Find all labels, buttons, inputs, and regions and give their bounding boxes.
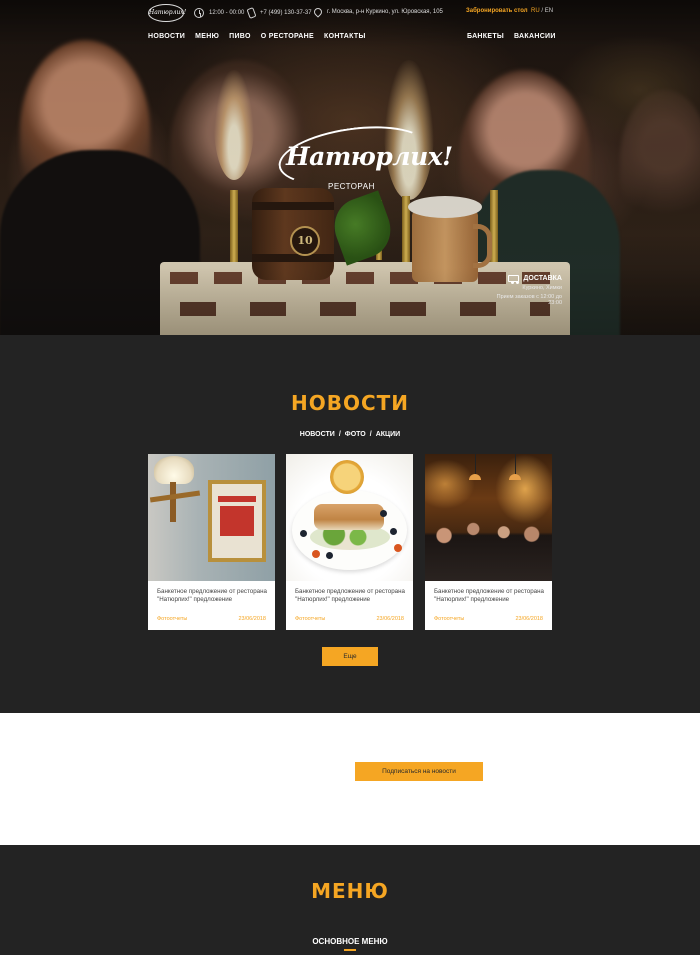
main-nav: НОВОСТИ МЕНЮ ПИВО О РЕСТОРАНЕ КОНТАКТЫ [148, 33, 366, 40]
lang-separator: / [541, 8, 544, 14]
filter-promos[interactable]: АКЦИИ [376, 431, 401, 438]
delivery-area: Куркино, Химки [522, 285, 562, 291]
filter-news[interactable]: НОВОСТИ [300, 431, 335, 438]
tomato-dot [394, 544, 402, 552]
pendant-cord [475, 454, 476, 476]
olive-dot [326, 552, 333, 559]
subscribe-section: Подписаться на новости [0, 713, 700, 845]
olive-dot [300, 530, 307, 537]
nav-item-banquets[interactable]: БАНКЕТЫ [467, 33, 504, 40]
news-card-title[interactable]: Банкетное предложение от ресторана "Натю… [157, 588, 269, 604]
news-card-image[interactable] [148, 454, 275, 581]
filter-separator: / [369, 431, 372, 438]
olive-dot [380, 510, 387, 517]
filter-separator: / [338, 431, 341, 438]
lamp-shape [154, 456, 194, 484]
nav-item-vacancies[interactable]: ВАКАНСИИ [514, 33, 556, 40]
top-bar: Натюрлих! 12:00 - 00:00 +7 (499) 130-37-… [0, 0, 700, 26]
book-table-link[interactable]: Забронировать стол [466, 8, 528, 14]
crowd-shape [425, 516, 552, 581]
delivery-title-row: ДОСТАВКА [482, 275, 562, 284]
address-text: г. Москва, р-н Куркино, ул. Юровская, 10… [327, 9, 443, 15]
more-news-button[interactable]: Еще [322, 647, 378, 666]
news-card-category[interactable]: Фотоотчеты [295, 616, 325, 622]
location-pin-icon [312, 6, 324, 18]
news-filters: НОВОСТИ / ФОТО / АКЦИИ [0, 431, 700, 438]
secondary-nav: БАНКЕТЫ ВАКАНСИИ [467, 33, 556, 40]
delivery-info[interactable]: ДОСТАВКА Куркино, Химки Прием заказов с … [482, 272, 562, 306]
truck-icon [508, 275, 520, 284]
lamp-arm [170, 482, 176, 522]
logo-subtitle: РЕСТОРАН [328, 182, 375, 191]
framed-sign [208, 480, 266, 562]
news-card-date: 23/06/2018 [376, 616, 404, 622]
address-info: г. Москва, р-н Куркино, ул. Юровская, 10… [312, 6, 443, 18]
menu-title: МЕНЮ [311, 879, 389, 903]
phone-text[interactable]: +7 (499) 130-37-37 [260, 10, 312, 16]
delivery-title[interactable]: ДОСТАВКА [523, 275, 562, 282]
nav-item-news[interactable]: НОВОСТИ [148, 33, 185, 40]
nav-item-about[interactable]: О РЕСТОРАНЕ [261, 33, 314, 40]
subscribe-button[interactable]: Подписаться на новости [355, 762, 483, 781]
phone-info[interactable]: +7 (499) 130-37-37 [246, 7, 312, 19]
news-card-category[interactable]: Фотоотчеты [157, 616, 187, 622]
news-card-date: 23/06/2018 [515, 616, 543, 622]
active-tab-indicator [344, 949, 356, 951]
tomato-dot [312, 550, 320, 558]
news-card[interactable]: Банкетное предложение от ресторана "Натю… [425, 454, 552, 630]
light-glow [425, 459, 475, 509]
pendant-cord [515, 454, 516, 476]
news-section: НОВОСТИ НОВОСТИ / ФОТО / АКЦИИ Банкетное пре… [0, 335, 700, 713]
news-card-image[interactable] [425, 454, 552, 581]
news-card-image[interactable] [286, 454, 413, 581]
olive-dot [390, 528, 397, 535]
fish-shape [314, 504, 384, 530]
light-glow [495, 454, 552, 524]
news-card[interactable]: Банкетное предложение от ресторана "Натю… [148, 454, 275, 630]
news-card-category[interactable]: Фотоотчеты [434, 616, 464, 622]
hours-info: 12:00 - 00:00 [194, 8, 244, 18]
pendant-lamp [509, 474, 521, 480]
news-card-date: 23/06/2018 [238, 616, 266, 622]
news-card-title[interactable]: Банкетное предложение от ресторана "Натю… [295, 588, 407, 604]
lemon-slice [330, 460, 364, 494]
pendant-lamp [469, 474, 481, 480]
filter-photo[interactable]: ФОТО [345, 431, 366, 438]
nav-item-beer[interactable]: ПИВО [229, 33, 251, 40]
phone-icon [246, 7, 257, 19]
hours-text: 12:00 - 00:00 [209, 10, 245, 16]
restaurant-logo: Натюрлих! РЕСТОРАН [272, 117, 453, 195]
tab-main-menu[interactable]: ОСНОВНОЕ МЕНЮ [0, 937, 700, 946]
news-card[interactable]: Банкетное предложение от ресторана "Натю… [286, 454, 413, 630]
hero-banner: 10 Натюрлих! 12:00 - 00:00 +7 (499) 130-… [0, 0, 700, 335]
lang-en-link[interactable]: EN [545, 8, 553, 14]
clock-icon [194, 8, 204, 18]
nav-item-contacts[interactable]: КОНТАКТЫ [324, 33, 366, 40]
header-logo[interactable]: Натюрлих! [148, 4, 186, 22]
nav-item-menu[interactable]: МЕНЮ [195, 33, 219, 40]
news-title: НОВОСТИ [290, 391, 410, 415]
news-card-title[interactable]: Банкетное предложение от ресторана "Натю… [434, 588, 546, 604]
menu-section: МЕНЮ ОСНОВНОЕ МЕНЮ [0, 845, 700, 955]
logo-name: Натюрлих! [286, 142, 453, 171]
language-switcher: RU / EN [531, 8, 553, 14]
delivery-hours: Прием заказов с 12:00 до 23:00 [496, 294, 562, 306]
lang-ru-link[interactable]: RU [531, 8, 540, 14]
